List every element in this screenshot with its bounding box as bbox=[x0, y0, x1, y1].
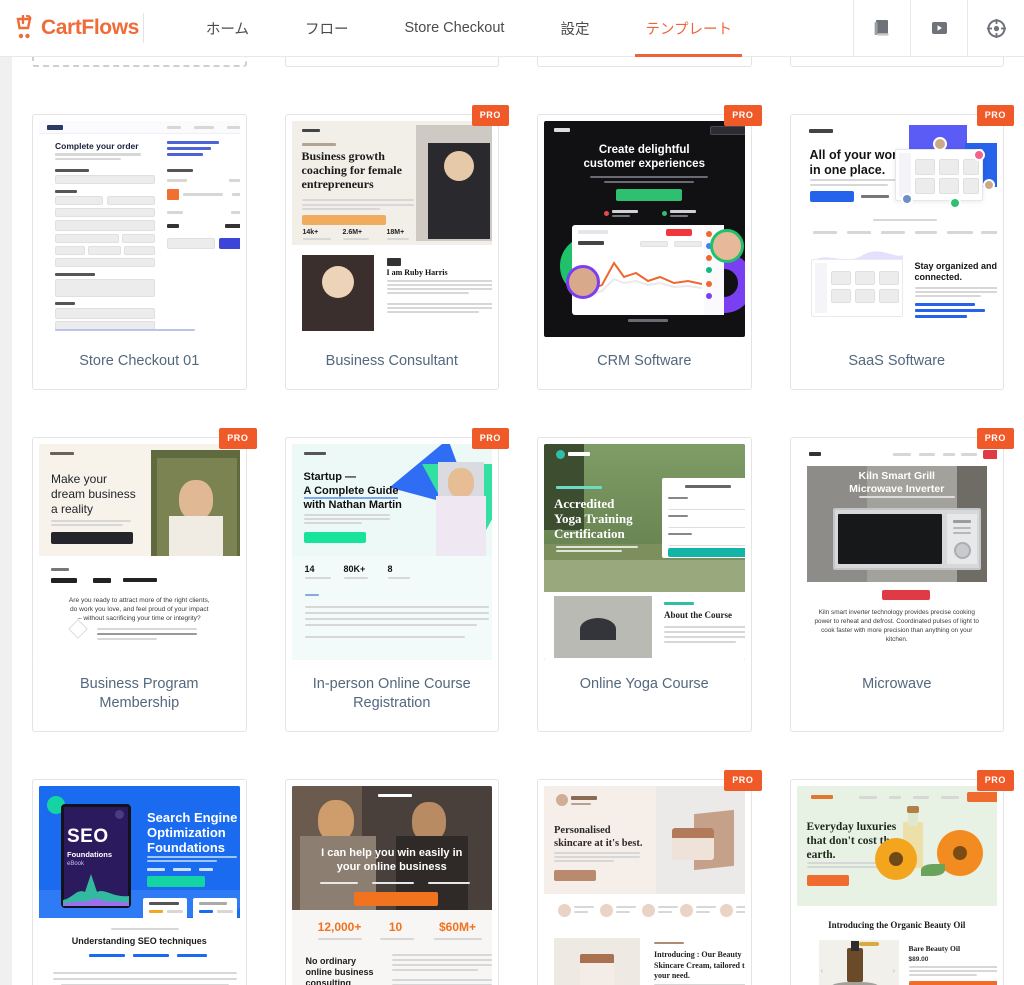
main-nav: ホーム フロー Store Checkout 設定 テンプレート bbox=[178, 0, 760, 57]
card-thumbnail: Personalised skincare at it's best. Intr… bbox=[544, 786, 745, 985]
card-title: Business Program Membership bbox=[80, 676, 199, 711]
preview-business-coach: I can help you win easily in your online … bbox=[291, 786, 492, 985]
card-title bbox=[286, 57, 499, 64]
nav-item-store-checkout[interactable]: Store Checkout bbox=[377, 0, 533, 57]
template-card-online-yoga-course[interactable]: Accredited Yoga Training Certification A… bbox=[537, 437, 752, 732]
preview-store-checkout: Complete your order bbox=[39, 121, 240, 337]
settings-gear-glyph bbox=[986, 18, 1006, 38]
card-title: SaaS Software bbox=[848, 353, 946, 369]
card-thumbnail: Business growth coaching for female entr… bbox=[291, 121, 492, 337]
preview-online-yoga-course: Accredited Yoga Training Certification A… bbox=[544, 444, 745, 660]
nav-item-flows[interactable]: フロー bbox=[277, 0, 377, 57]
nav-label: 設定 bbox=[560, 21, 590, 38]
card-title: Online Yoga Course bbox=[579, 676, 709, 692]
card-thumbnail: Everyday luxuries that don't cost the eart… bbox=[796, 786, 997, 985]
pro-badge: PRO bbox=[724, 770, 762, 791]
template-card-beauty-skincare[interactable]: PRO Personalisedskincare at it's best. bbox=[537, 770, 762, 985]
admin-left-rail bbox=[0, 57, 12, 985]
card-inner: Kiln Smart Grill Microwave Inverter Kiln … bbox=[791, 438, 1004, 660]
nav-item-templates[interactable]: テンプレート bbox=[617, 0, 760, 57]
templates-content: Complete your order Store Checkout 01 PR… bbox=[12, 57, 1024, 985]
nav-label: Store Checkout bbox=[404, 20, 505, 36]
card-inner: SEO Foundations eBook Search Engine Optim… bbox=[33, 780, 246, 985]
preview-organic-oil: Everyday luxuries that don't cost the eart… bbox=[796, 786, 997, 985]
card-inner: Everyday luxuries that don't cost the eart… bbox=[791, 780, 1004, 985]
video-play-icon[interactable] bbox=[910, 0, 967, 57]
card-thumbnail: Kiln Smart Grill Microwave Inverter Kiln … bbox=[796, 444, 997, 660]
template-card-store-checkout-01[interactable]: Complete your order Store Checkout 01 bbox=[32, 114, 247, 390]
nav-item-home[interactable]: ホーム bbox=[178, 0, 277, 57]
template-card-microwave[interactable]: PRO Kiln Smart Grill Microwave Inverter … bbox=[789, 428, 1014, 732]
card-thumbnail: Make your dream business a reality Are y… bbox=[39, 444, 240, 660]
logo-divider bbox=[142, 13, 144, 43]
card-inner: Make your dream business a reality Are y… bbox=[33, 438, 246, 660]
card-thumbnail: All of your work in one place. Stay orga… bbox=[796, 121, 997, 337]
card-title bbox=[791, 57, 1004, 64]
nav-label: フロー bbox=[305, 21, 349, 38]
cartflows-cart-icon bbox=[16, 15, 32, 39]
docs-book-icon[interactable] bbox=[853, 0, 910, 57]
card-inner: Accredited Yoga Training Certification A… bbox=[538, 438, 751, 660]
template-card-business-program-membership[interactable]: PRO Make your dream business a reality A… bbox=[32, 428, 257, 732]
header-actions bbox=[853, 0, 1024, 57]
preview-microwave: Kiln Smart Grill Microwave Inverter Kiln … bbox=[796, 444, 997, 660]
template-card-crm-software[interactable]: PRO Create delightful customer experience… bbox=[537, 105, 762, 390]
pro-badge: PRO bbox=[976, 105, 1014, 126]
card-title: Business Consultant bbox=[325, 353, 458, 369]
card-title: In-person Online Course Registration bbox=[312, 676, 471, 711]
card-thumbnail: SEO Foundations eBook Search Engine Optim… bbox=[39, 786, 240, 985]
card-inner: Complete your order bbox=[33, 115, 246, 337]
nav-label: ホーム bbox=[205, 21, 249, 38]
preview-business-program-membership: Make your dream business a reality Are y… bbox=[39, 444, 240, 660]
brand-name: CartFlows bbox=[41, 16, 139, 39]
card-inner: All of your work in one place. Stay orga… bbox=[791, 115, 1004, 337]
nav-item-settings[interactable]: 設定 bbox=[532, 0, 617, 57]
card-thumbnail: Accredited Yoga Training Certification A… bbox=[544, 444, 745, 660]
card-thumbnail: Create delightful customer experiences bbox=[544, 121, 745, 337]
template-card-business-coach[interactable]: I can help you win easily in your online … bbox=[284, 779, 499, 985]
card-title bbox=[34, 57, 245, 65]
pro-badge: PRO bbox=[724, 105, 762, 126]
template-card-saas-software[interactable]: PRO All of your work in one place. Stay … bbox=[789, 105, 1014, 390]
templates-grid: Complete your order Store Checkout 01 PR… bbox=[12, 57, 1024, 985]
cartflows-logo[interactable]: CartFlows bbox=[0, 13, 162, 43]
preview-saas-software: All of your work in one place. Stay orga… bbox=[796, 121, 997, 337]
docs-book-glyph bbox=[874, 20, 888, 36]
pro-badge: PRO bbox=[976, 770, 1014, 791]
pro-badge: PRO bbox=[976, 428, 1014, 449]
card-thumbnail: I can help you win easily in your online … bbox=[291, 786, 492, 985]
app-header: CartFlows ホーム フロー Store Checkout 設定 テンプレ… bbox=[0, 0, 1024, 57]
card-title: Store Checkout 01 bbox=[79, 353, 200, 369]
template-card-organic-oil[interactable]: PRO Everyday luxuries that don't cost the… bbox=[789, 770, 1014, 985]
card-thumbnail: Complete your order bbox=[39, 121, 240, 337]
card-thumbnail: Startup — A Complete Guide with Nathan Mar… bbox=[291, 444, 492, 660]
template-card[interactable] bbox=[537, 57, 752, 67]
card-inner: Create delightful customer experiences bbox=[538, 115, 751, 337]
preview-crm-software: Create delightful customer experiences bbox=[544, 121, 745, 337]
card-inner: Business growth coaching for female entr… bbox=[286, 115, 499, 337]
card-title: Microwave bbox=[862, 676, 932, 692]
template-card[interactable] bbox=[284, 57, 499, 67]
preview-startup-course: Startup — A Complete Guide with Nathan Mar… bbox=[291, 444, 492, 660]
pro-badge: PRO bbox=[471, 105, 509, 126]
card-inner: I can help you win easily in your online … bbox=[286, 780, 499, 985]
template-card[interactable] bbox=[789, 57, 1004, 67]
preview-seo-foundation-ebook: SEO Foundations eBook Search Engine Optim… bbox=[39, 786, 240, 985]
card-title bbox=[538, 57, 751, 64]
preview-beauty-skincare: Personalised skincare at it's best. Intr… bbox=[544, 786, 745, 985]
pro-badge: PRO bbox=[219, 428, 257, 449]
preview-business-consultant: Business growth coaching for female entr… bbox=[291, 121, 492, 337]
settings-gear-icon[interactable] bbox=[967, 0, 1024, 57]
template-card-placeholder[interactable] bbox=[32, 57, 247, 67]
nav-label: テンプレート bbox=[645, 21, 733, 38]
card-title: CRM Software bbox=[597, 353, 692, 369]
card-inner: Startup — A Complete Guide with Nathan Mar… bbox=[286, 438, 499, 660]
pro-badge: PRO bbox=[471, 428, 509, 449]
video-play-glyph bbox=[931, 22, 947, 34]
template-card-in-person-online-course-registration[interactable]: PRO Startup — A Complete Guide with Nath… bbox=[284, 428, 509, 732]
cartflows-templates-page: CartFlows ホーム フロー Store Checkout 設定 テンプレ… bbox=[0, 0, 1024, 985]
card-inner: Personalised skincare at it's best. Intr… bbox=[538, 780, 751, 985]
template-card-seo-foundation-ebook[interactable]: SEO Foundations eBook Search Engine Optim… bbox=[32, 779, 247, 985]
template-card-business-consultant[interactable]: PRO Business growth coaching for female … bbox=[284, 105, 509, 390]
